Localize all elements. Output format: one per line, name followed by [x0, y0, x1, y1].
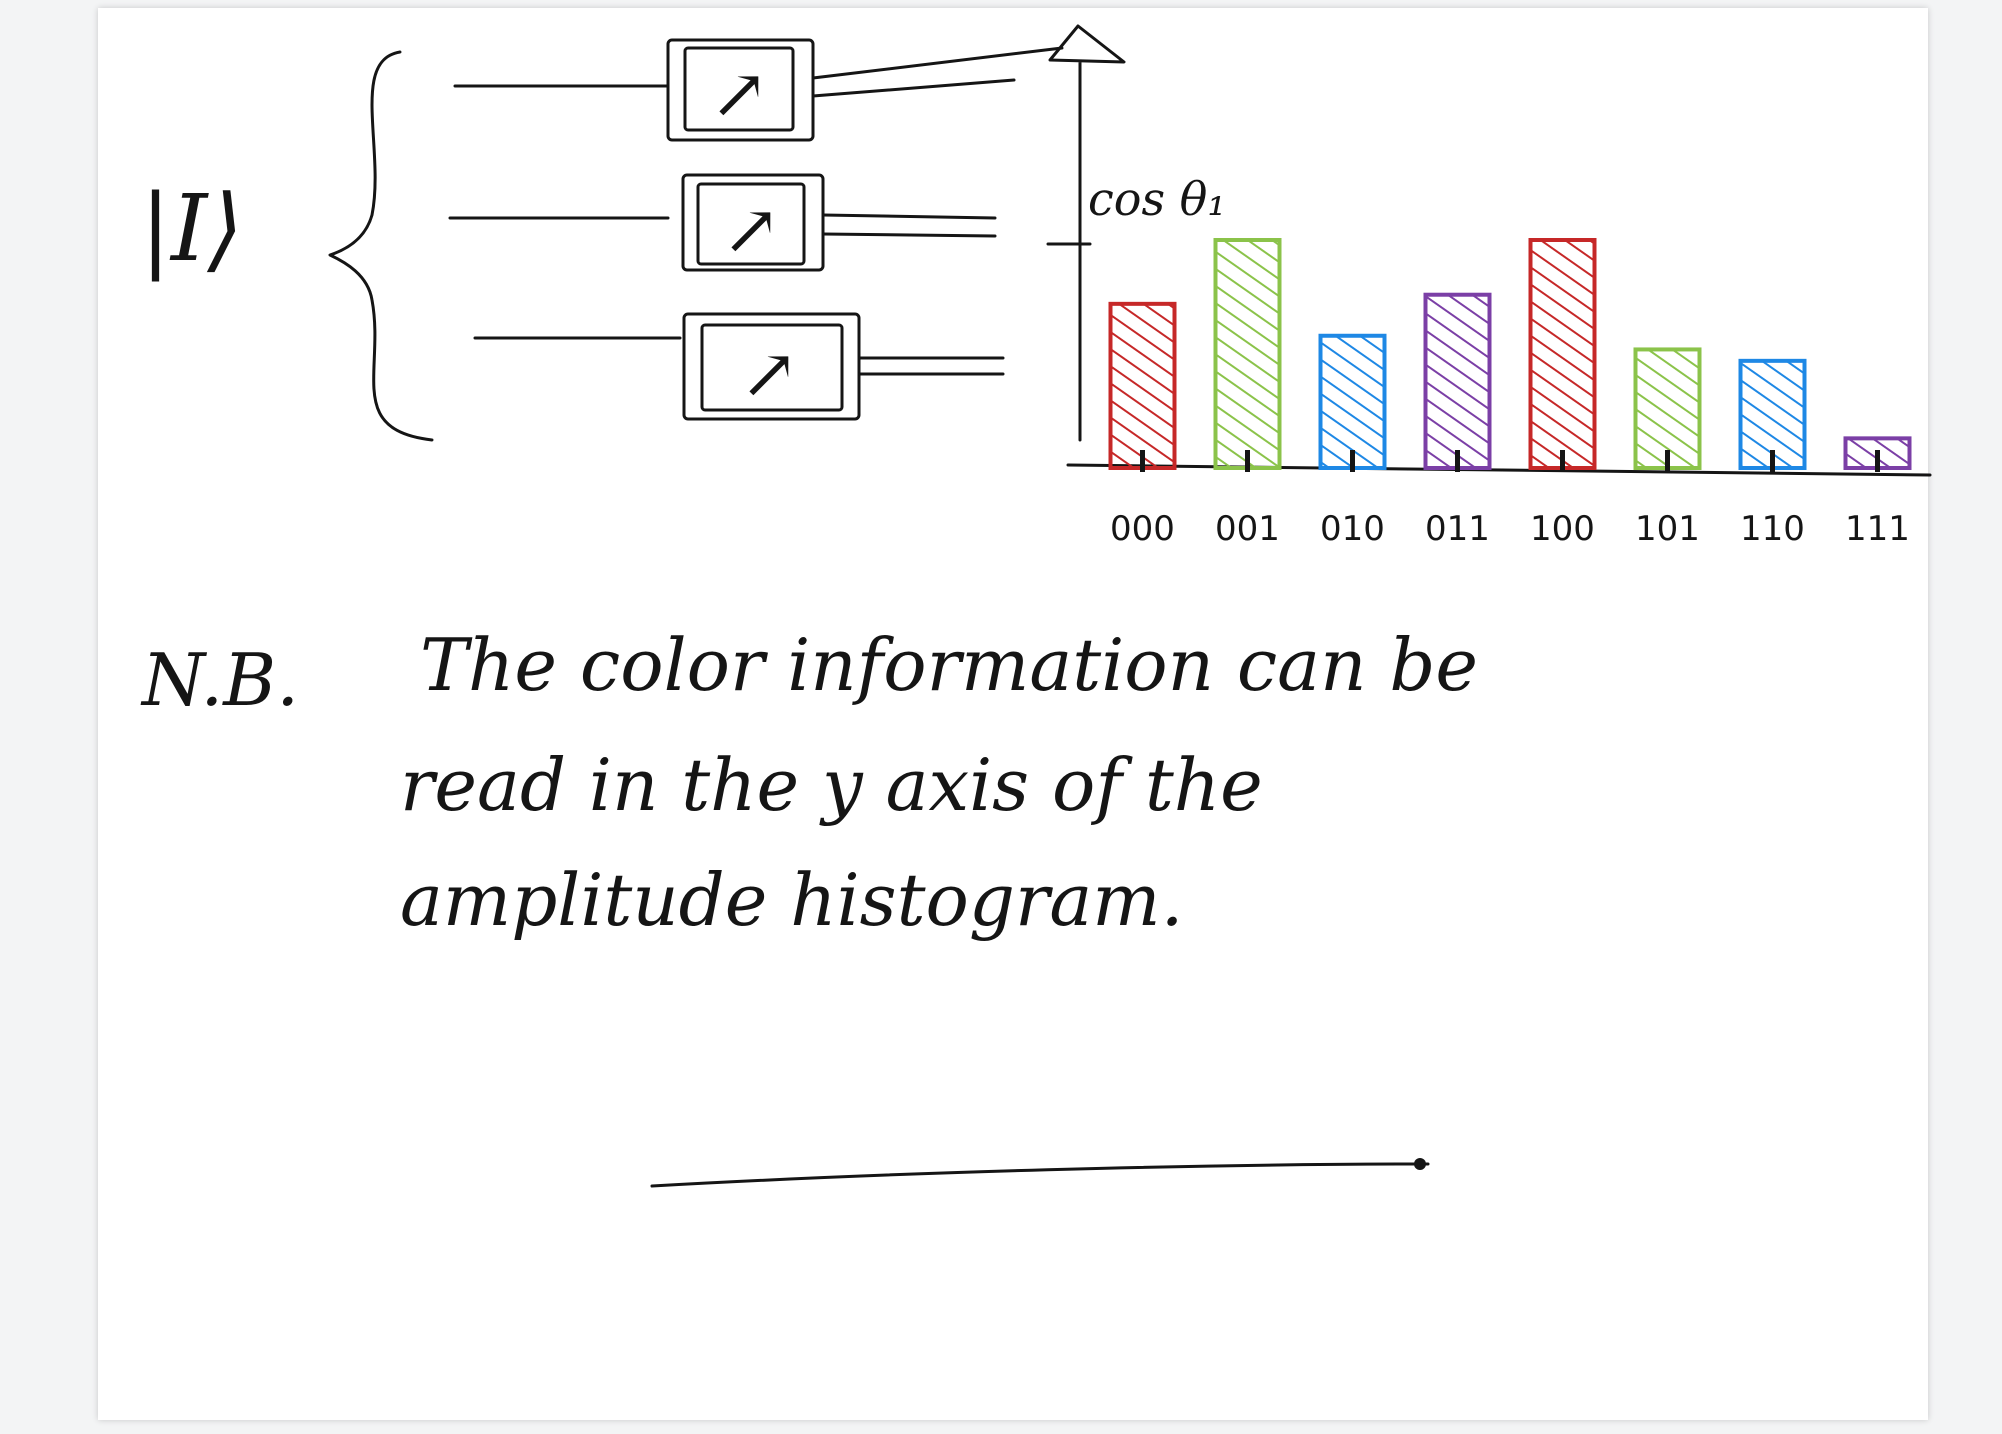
note-line-1: The color information can be	[420, 623, 1478, 707]
x-tick-label-000: 000	[1110, 509, 1175, 549]
handwritten-note: N.B. The color information can be read i…	[140, 623, 1478, 1188]
histogram-bar-000	[1108, 301, 1177, 470]
meter-icon-3: ↗	[740, 333, 799, 415]
x-tick-label-110: 110	[1740, 509, 1805, 549]
histogram-bar-010	[1318, 333, 1387, 471]
x-tick-label-011: 011	[1425, 509, 1490, 549]
measurement-meter-3: ↗	[682, 312, 861, 421]
measurement-meter-1: ↗	[666, 38, 815, 142]
note-line-3: amplitude histogram.	[400, 858, 1183, 942]
histogram-bar-011	[1423, 292, 1492, 470]
whiteboard-drawing: |I⟩ ↗ ↗ ↗ cos θ₁ 000 001 010 011 100 101…	[140, 24, 1932, 1188]
note-line-2: read in the y axis of the	[400, 743, 1263, 827]
circuit-diagram: |I⟩ ↗ ↗ ↗	[140, 38, 1064, 442]
meter-icon-2: ↗	[722, 189, 781, 271]
x-tick-label-111: 111	[1845, 509, 1910, 549]
state-label: |I⟩	[140, 175, 243, 282]
measurement-meter-2: ↗	[681, 173, 825, 272]
x-tick-label-010: 010	[1320, 509, 1385, 549]
x-tick-label-001: 001	[1215, 509, 1280, 549]
x-tick-label-100: 100	[1530, 509, 1595, 549]
meter-icon-1: ↗	[710, 53, 769, 135]
curly-brace	[328, 50, 434, 442]
y-axis-label: cos θ₁	[1088, 172, 1226, 226]
histogram-bar-001	[1213, 238, 1282, 470]
x-tick-label-101: 101	[1635, 509, 1700, 549]
divider-dot	[1414, 1158, 1426, 1170]
histogram-bar-100	[1528, 238, 1597, 470]
divider-stroke	[650, 1162, 1430, 1188]
amplitude-histogram: cos θ₁ 000 001 010 011 100 101 110 111	[1046, 24, 1932, 549]
note-prefix: N.B.	[140, 638, 299, 722]
